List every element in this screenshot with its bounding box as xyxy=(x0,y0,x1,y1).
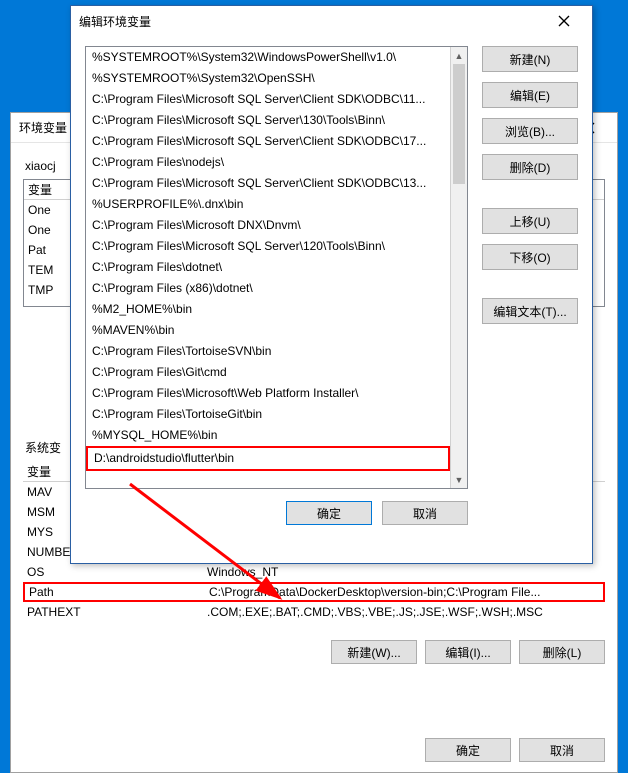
path-list-item[interactable]: C:\Program Files\Microsoft\Web Platform … xyxy=(86,383,450,404)
edit-path-titlebar: 编辑环境变量 xyxy=(71,6,592,36)
scroll-down-icon[interactable]: ▼ xyxy=(451,471,467,488)
path-list-item[interactable]: %M2_HOME%\bin xyxy=(86,299,450,320)
edit-path-dialog: 编辑环境变量 %SYSTEMROOT%\System32\WindowsPowe… xyxy=(70,5,593,564)
path-list-item[interactable]: C:\Program Files\Microsoft SQL Server\13… xyxy=(86,110,450,131)
path-list-item[interactable]: C:\Program Files\Microsoft DNX\Dnvm\ xyxy=(86,215,450,236)
browse-button[interactable]: 浏览(B)... xyxy=(482,118,578,144)
edit-path-title: 编辑环境变量 xyxy=(79,13,544,30)
movedown-button[interactable]: 下移(O) xyxy=(482,244,578,270)
sys-edit-button[interactable]: 编辑(I)... xyxy=(425,640,511,664)
path-list-item[interactable]: C:\Program Files\Microsoft SQL Server\Cl… xyxy=(86,131,450,152)
cell-value: C:\ProgramData\DockerDesktop\version-bin… xyxy=(209,585,599,599)
fg-cancel-button[interactable]: 取消 xyxy=(382,501,468,525)
edit-button[interactable]: 编辑(E) xyxy=(482,82,578,108)
path-list-item[interactable]: C:\Program Files\TortoiseGit\bin xyxy=(86,404,450,425)
table-row[interactable]: PATHEXT.COM;.EXE;.BAT;.CMD;.VBS;.VBE;.JS… xyxy=(23,602,605,622)
delete-button[interactable]: 删除(D) xyxy=(482,154,578,180)
cell-name: Path xyxy=(29,585,209,599)
path-list-item[interactable]: C:\Program Files\dotnet\ xyxy=(86,257,450,278)
bg-ok-button[interactable]: 确定 xyxy=(425,738,511,762)
path-list-wrap: %SYSTEMROOT%\System32\WindowsPowerShell\… xyxy=(85,46,468,553)
cell-value: .COM;.EXE;.BAT;.CMD;.VBS;.VBE;.JS;.JSE;.… xyxy=(207,605,601,619)
path-list-item[interactable]: %MAVEN%\bin xyxy=(86,320,450,341)
path-list-item[interactable]: %USERPROFILE%\.dnx\bin xyxy=(86,194,450,215)
sys-buttons-row: 新建(W)... 编辑(I)... 删除(L) xyxy=(23,640,605,664)
path-list-item[interactable]: C:\Program Files\Microsoft SQL Server\12… xyxy=(86,236,450,257)
scroll-up-icon[interactable]: ▲ xyxy=(451,47,467,64)
close-icon xyxy=(558,15,570,27)
fg-ok-button[interactable]: 确定 xyxy=(286,501,372,525)
path-list-item[interactable]: %SYSTEMROOT%\System32\WindowsPowerShell\… xyxy=(86,47,450,68)
table-row[interactable]: PathC:\ProgramData\DockerDesktop\version… xyxy=(23,582,605,602)
scrollbar[interactable]: ▲ ▼ xyxy=(450,47,467,488)
path-list-item[interactable]: C:\Program Files\Git\cmd xyxy=(86,362,450,383)
path-list-item[interactable]: %SYSTEMROOT%\System32\OpenSSH\ xyxy=(86,68,450,89)
close-button-fg[interactable] xyxy=(544,7,584,35)
sys-delete-button[interactable]: 删除(L) xyxy=(519,640,605,664)
path-list-item[interactable]: %MYSQL_HOME%\bin xyxy=(86,425,450,446)
sys-new-button[interactable]: 新建(W)... xyxy=(331,640,417,664)
edittext-button[interactable]: 编辑文本(T)... xyxy=(482,298,578,324)
new-button[interactable]: 新建(N) xyxy=(482,46,578,72)
edit-path-body: %SYSTEMROOT%\System32\WindowsPowerShell\… xyxy=(71,36,592,563)
path-list-item[interactable]: C:\Program Files\Microsoft SQL Server\Cl… xyxy=(86,173,450,194)
path-list-item[interactable]: C:\Program Files\TortoiseSVN\bin xyxy=(86,341,450,362)
path-list-item[interactable]: D:\androidstudio\flutter\bin xyxy=(86,446,450,471)
fg-footer: 确定 取消 xyxy=(85,501,468,525)
bg-footer: 确定 取消 xyxy=(425,738,605,762)
path-list-item[interactable]: C:\Program Files\Microsoft SQL Server\Cl… xyxy=(86,89,450,110)
path-list-item[interactable]: C:\Program Files (x86)\dotnet\ xyxy=(86,278,450,299)
cell-name: PATHEXT xyxy=(27,605,207,619)
scroll-thumb[interactable] xyxy=(453,64,465,184)
table-row[interactable]: OSWindows_NT xyxy=(23,562,605,582)
bg-cancel-button[interactable]: 取消 xyxy=(519,738,605,762)
path-listbox[interactable]: %SYSTEMROOT%\System32\WindowsPowerShell\… xyxy=(85,46,468,489)
cell-value: Windows_NT xyxy=(207,565,601,579)
path-list-item[interactable]: C:\Program Files\nodejs\ xyxy=(86,152,450,173)
path-side-buttons: 新建(N) 编辑(E) 浏览(B)... 删除(D) 上移(U) 下移(O) 编… xyxy=(482,46,578,553)
cell-name: OS xyxy=(27,565,207,579)
moveup-button[interactable]: 上移(U) xyxy=(482,208,578,234)
